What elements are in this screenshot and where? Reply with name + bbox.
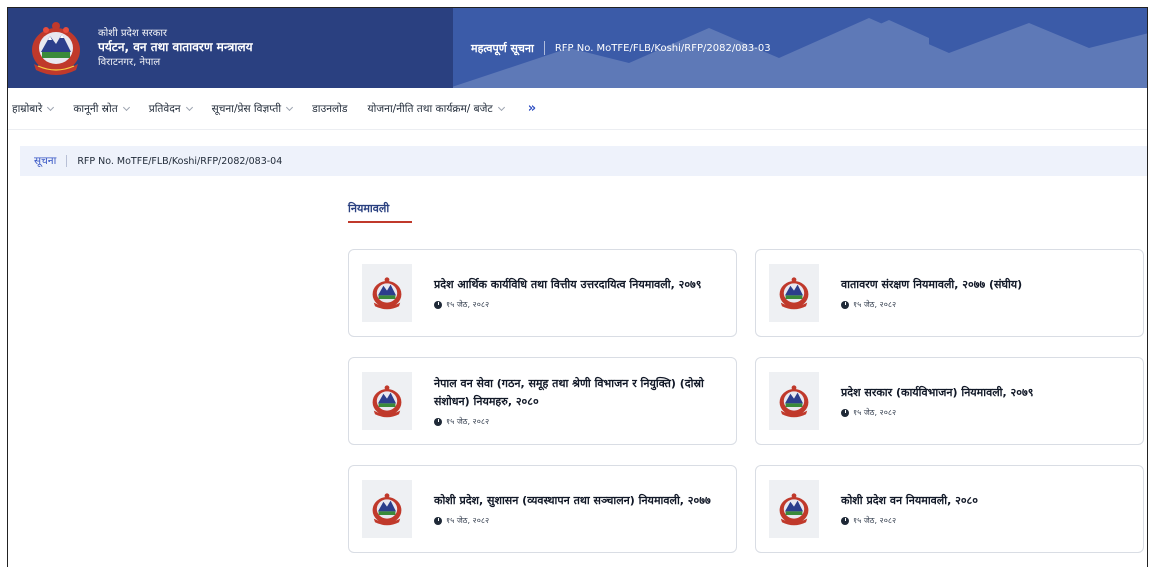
section-title: नियमावली	[348, 202, 390, 215]
nepal-emblem-icon	[779, 277, 809, 310]
nav-item-legal-sources[interactable]: कानूनी स्रोत	[73, 102, 130, 116]
card-body: प्रदेश सरकार (कार्यविभाजन) नियमावली, २०७…	[841, 384, 1049, 419]
card-body: वातावरण संरक्षण नियमावली, २०७७ (संघीय) १…	[841, 276, 1038, 311]
org-location: विराटनगर, नेपाल	[98, 56, 161, 68]
card-title[interactable]: नेपाल वन सेवा (गठन, समूह तथा श्रेणी विभा…	[434, 375, 720, 410]
card-date-text: १५ जेठ, २०८२	[446, 516, 490, 526]
ticker-label: सूचना	[34, 155, 57, 167]
main-nav: हाम्रोबारे कानूनी स्रोत प्रतिवेदन सूचना/…	[8, 88, 1147, 130]
nav-item-notices[interactable]: सूचना/प्रेस विज्ञप्ती	[211, 102, 294, 116]
notice-ticker: सूचना RFP No. MoTFE/FLB/Koshi/RFP/2082/0…	[20, 146, 1147, 176]
notice-label: महत्वपूर्ण सूचना	[471, 41, 534, 55]
section-underline	[348, 221, 412, 223]
notice-link[interactable]: RFP No. MoTFE/FLB/Koshi/RFP/2082/083-03	[555, 43, 771, 54]
card-date-text: १५ जेठ, २०८२	[853, 408, 897, 418]
nepal-emblem-icon	[372, 277, 402, 310]
clock-icon	[841, 516, 849, 525]
nepal-emblem-icon	[372, 385, 402, 418]
card-date: १५ जेठ, २०८२	[434, 416, 720, 427]
clock-icon	[434, 300, 442, 309]
card-thumbnail	[362, 264, 412, 322]
card-title[interactable]: वातावरण संरक्षण नियमावली, २०७७ (संघीय)	[841, 276, 1022, 294]
document-card[interactable]: प्रदेश आर्थिक कार्यविधि तथा वित्तीय उत्त…	[348, 249, 737, 337]
card-thumbnail	[769, 480, 819, 538]
chevron-down-icon	[47, 103, 55, 111]
document-card[interactable]: नेपाल वन सेवा (गठन, समूह तथा श्रेणी विभा…	[348, 357, 737, 445]
nav-item-label: प्रतिवेदन	[148, 102, 181, 115]
card-thumbnail	[769, 372, 819, 430]
nav-item-about[interactable]: हाम्रोबारे	[12, 102, 55, 116]
clock-icon	[434, 417, 442, 426]
nepal-emblem-icon	[779, 385, 809, 418]
card-title[interactable]: कोशी प्रदेश वन नियमावली, २०८०	[841, 492, 978, 510]
clock-icon	[841, 408, 849, 417]
document-card[interactable]: कोशी प्रदेश, सुशासन (व्यवस्थापन तथा सञ्च…	[348, 465, 737, 553]
ticker-link[interactable]: RFP No. MoTFE/FLB/Koshi/RFP/2082/083-04	[77, 156, 282, 167]
card-date-text: १५ जेठ, २०८२	[446, 300, 490, 310]
document-card[interactable]: प्रदेश सरकार (कार्यविभाजन) नियमावली, २०७…	[755, 357, 1144, 445]
nepal-emblem-icon	[779, 493, 809, 526]
org-subtitle: कोशी प्रदेश सरकार	[98, 28, 168, 40]
nav-item-download[interactable]: डाउनलोड	[312, 102, 347, 116]
card-body: प्रदेश आर्थिक कार्यविधि तथा वित्तीय उत्त…	[434, 276, 717, 311]
site-header: कोशी प्रदेश सरकार पर्यटन, वन तथा वातावरण…	[8, 8, 1147, 88]
chevron-down-icon	[497, 103, 505, 111]
card-body: कोशी प्रदेश वन नियमावली, २०८० १५ जेठ, २०…	[841, 492, 994, 527]
ticker-divider	[66, 155, 68, 167]
card-title[interactable]: कोशी प्रदेश, सुशासन (व्यवस्थापन तथा सञ्च…	[434, 492, 711, 510]
nav-item-label: हाम्रोबारे	[12, 102, 43, 115]
nav-item-label: कानूनी स्रोत	[73, 102, 118, 115]
card-date: १५ जेठ, २०८२	[841, 299, 1022, 310]
card-title[interactable]: प्रदेश सरकार (कार्यविभाजन) नियमावली, २०७…	[841, 384, 1033, 402]
chevron-down-icon	[122, 103, 130, 111]
org-title: पर्यटन, वन तथा वातावरण मन्त्रालय	[98, 40, 253, 55]
card-date: १५ जेठ, २०८२	[841, 515, 978, 526]
nav-item-plans-budget[interactable]: योजना/नीति तथा कार्यक्रम/ बजेट	[367, 102, 505, 116]
important-notice-bar: महत्वपूर्ण सूचना RFP No. MoTFE/FLB/Koshi…	[453, 8, 1147, 88]
card-date-text: १५ जेठ, २०८२	[853, 516, 897, 526]
brand-block[interactable]: कोशी प्रदेश सरकार पर्यटन, वन तथा वातावरण…	[8, 8, 453, 88]
nepal-emblem-icon	[32, 22, 80, 75]
card-date: १५ जेठ, २०८२	[434, 299, 701, 310]
nepal-emblem-icon	[372, 493, 402, 526]
nav-item-label: योजना/नीति तथा कार्यक्रम/ बजेट	[367, 102, 493, 115]
card-thumbnail	[769, 264, 819, 322]
document-card[interactable]: कोशी प्रदेश वन नियमावली, २०८० १५ जेठ, २०…	[755, 465, 1144, 553]
clock-icon	[434, 516, 442, 525]
card-thumbnail	[362, 372, 412, 430]
card-title[interactable]: प्रदेश आर्थिक कार्यविधि तथा वित्तीय उत्त…	[434, 276, 701, 294]
nav-item-label: डाउनलोड	[312, 102, 348, 115]
document-card[interactable]: वातावरण संरक्षण नियमावली, २०७७ (संघीय) १…	[755, 249, 1144, 337]
clock-icon	[841, 300, 849, 309]
nav-item-label: सूचना/प्रेस विज्ञप्ती	[211, 102, 282, 115]
card-date: १५ जेठ, २०८२	[434, 515, 711, 526]
card-date-text: १५ जेठ, २०८२	[446, 417, 490, 427]
chevron-down-icon	[185, 103, 193, 111]
card-thumbnail	[362, 480, 412, 538]
notice-divider	[543, 41, 545, 55]
nav-item-reports[interactable]: प्रतिवेदन	[148, 102, 193, 116]
chevron-down-icon	[286, 103, 294, 111]
card-body: कोशी प्रदेश, सुशासन (व्यवस्थापन तथा सञ्च…	[434, 492, 727, 527]
card-date: १५ जेठ, २०८२	[841, 407, 1033, 418]
card-body: नेपाल वन सेवा (गठन, समूह तथा श्रेणी विभा…	[434, 375, 736, 427]
brand-text: कोशी प्रदेश सरकार पर्यटन, वन तथा वातावरण…	[98, 27, 253, 69]
card-date-text: १५ जेठ, २०८२	[853, 300, 897, 310]
double-chevron-right-icon[interactable]: »	[528, 101, 536, 116]
page-frame: कोशी प्रदेश सरकार पर्यटन, वन तथा वातावरण…	[7, 7, 1148, 567]
